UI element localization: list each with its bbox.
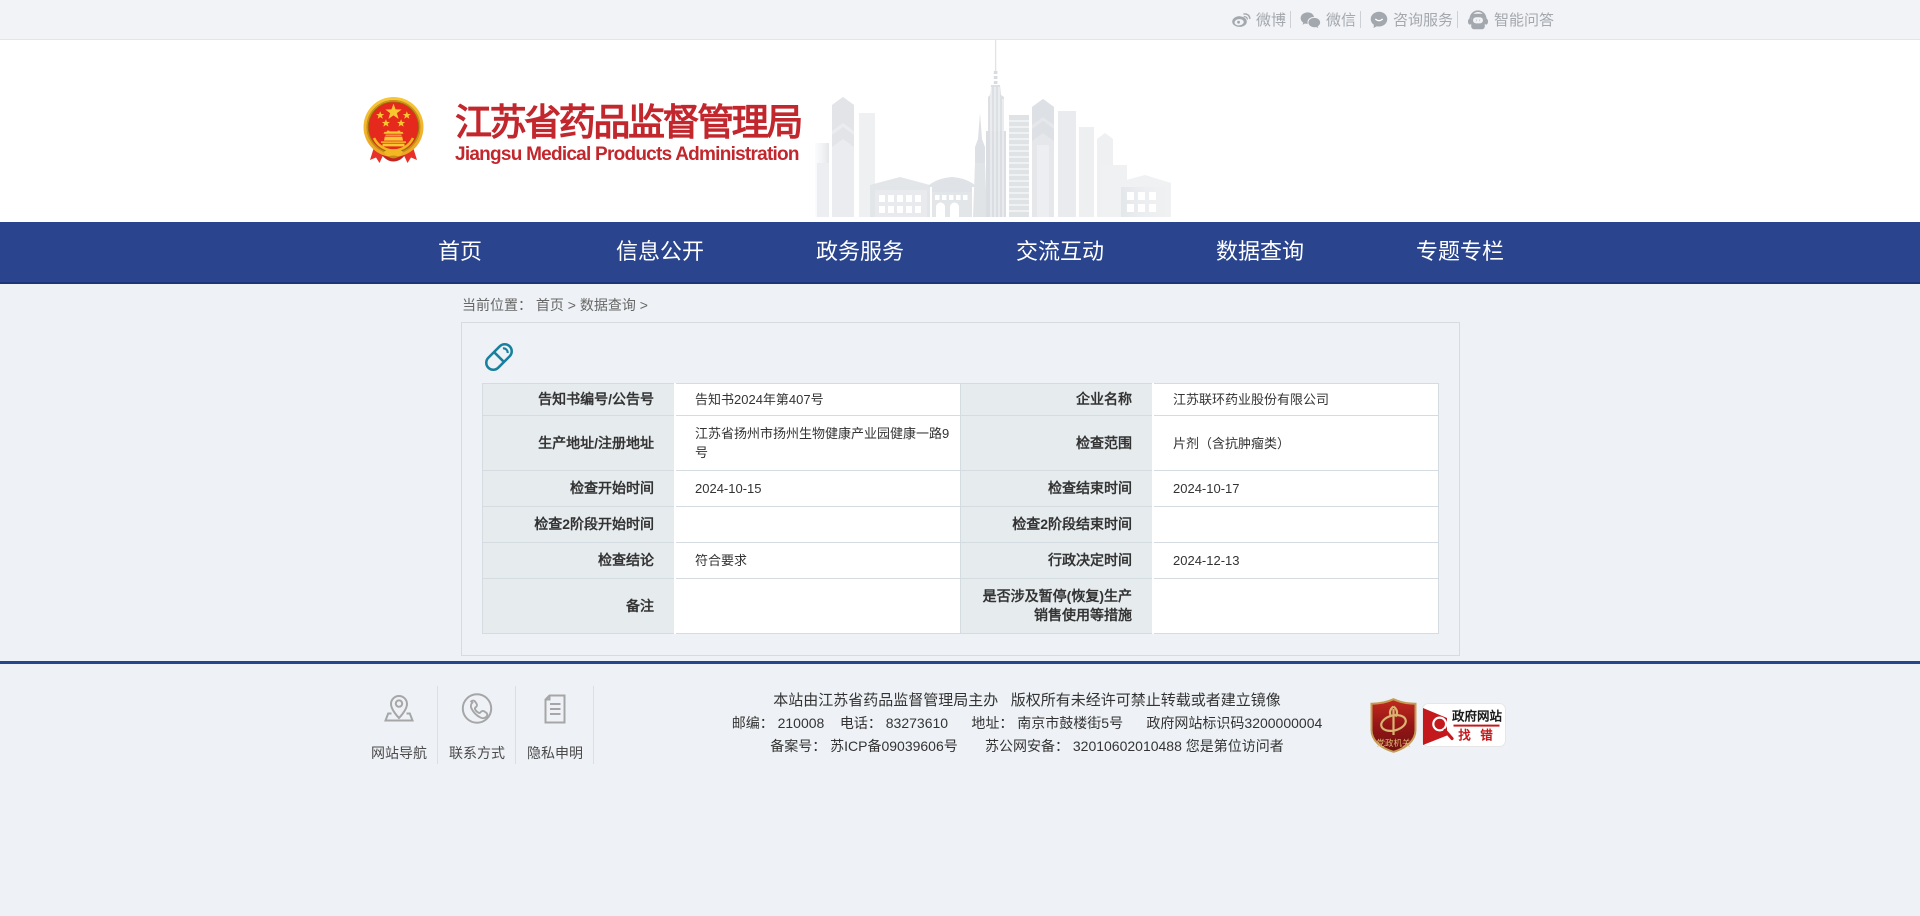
- svg-text:党政机关: 党政机关: [1376, 738, 1411, 748]
- svg-text:政府网站: 政府网站: [1452, 709, 1503, 724]
- svg-text:找 错: 找 错: [1458, 728, 1495, 743]
